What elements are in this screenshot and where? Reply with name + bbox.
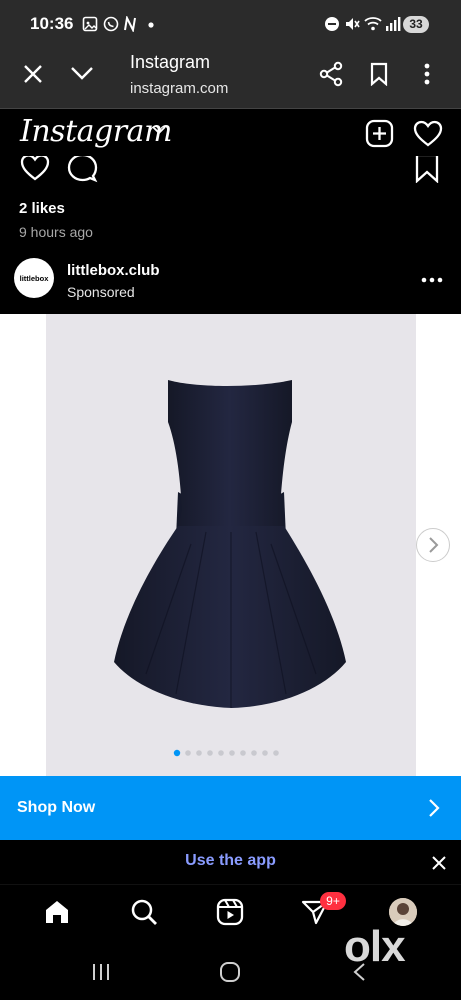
n-notification-icon — [123, 16, 137, 32]
home-icon[interactable] — [43, 898, 71, 926]
chevron-right-icon — [427, 798, 441, 818]
more-notifications-dot-icon — [148, 22, 154, 28]
status-time: 10:36 — [30, 14, 74, 33]
chevron-down-icon[interactable] — [151, 124, 167, 136]
save-bookmark-icon[interactable] — [414, 156, 440, 184]
post-image[interactable] — [46, 314, 416, 776]
post-timestamp: 9 hours ago — [19, 224, 93, 240]
avatar[interactable]: littlebox — [14, 258, 54, 298]
like-heart-icon[interactable] — [19, 156, 51, 184]
bookmark-icon[interactable] — [369, 62, 389, 86]
wifi-icon — [364, 16, 382, 32]
do-not-disturb-icon — [324, 16, 340, 32]
whatsapp-notification-icon — [103, 16, 119, 32]
instagram-logo[interactable]: Instagram — [20, 114, 172, 149]
olx-watermark: olx — [344, 922, 406, 971]
mute-icon — [344, 16, 360, 32]
sponsored-label: Sponsored — [67, 284, 135, 300]
more-options-icon[interactable] — [422, 62, 432, 86]
reels-icon[interactable] — [216, 898, 244, 926]
home-button-icon[interactable] — [219, 961, 241, 983]
account-username[interactable]: littlebox.club — [67, 262, 160, 279]
use-the-app-link[interactable]: Use the app — [0, 852, 461, 870]
search-icon[interactable] — [130, 898, 158, 926]
share-icon[interactable] — [318, 61, 344, 87]
chevron-down-icon[interactable] — [70, 64, 94, 82]
activity-heart-icon[interactable] — [413, 120, 443, 147]
gallery-notification-icon — [82, 16, 98, 32]
browser-title: Instagram — [130, 52, 211, 72]
close-banner-icon[interactable] — [431, 855, 447, 871]
comment-icon[interactable] — [66, 156, 98, 184]
avatar-logo-text: littlebox — [19, 273, 49, 283]
dress-image — [114, 380, 346, 708]
close-icon[interactable] — [22, 63, 44, 85]
signal-icon — [385, 16, 401, 32]
battery-indicator: 33 — [403, 16, 429, 33]
post-options-icon[interactable] — [421, 277, 443, 283]
notification-badge: 9+ — [320, 892, 346, 910]
likes-count[interactable]: 2 likes — [19, 200, 65, 217]
recent-apps-icon[interactable] — [92, 962, 110, 982]
shop-now-label: Shop Now — [17, 799, 96, 816]
carousel-indicator — [171, 749, 291, 757]
carousel-next-button[interactable] — [416, 528, 450, 562]
browser-url: instagram.com — [130, 80, 229, 97]
new-post-icon[interactable] — [365, 119, 394, 148]
